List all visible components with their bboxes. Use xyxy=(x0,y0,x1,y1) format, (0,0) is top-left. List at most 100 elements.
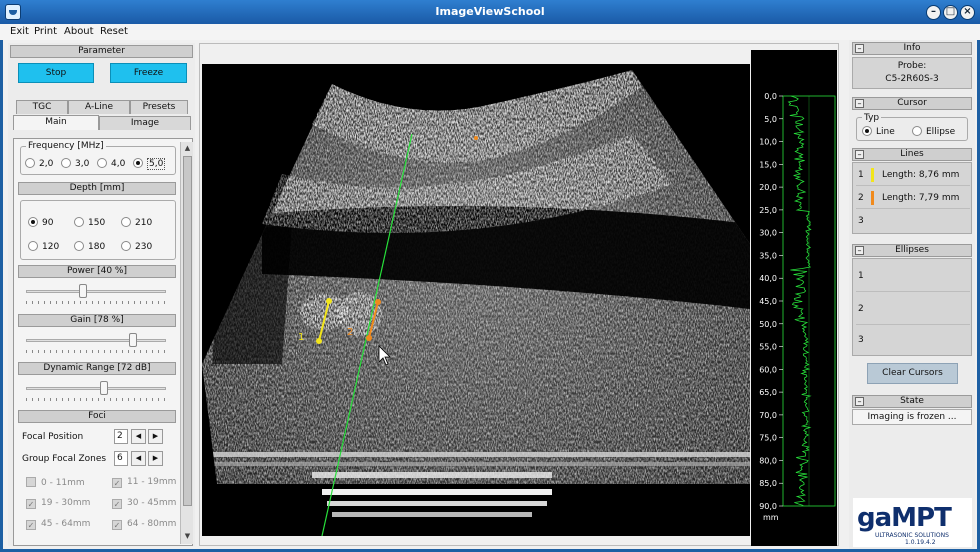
scrollbar-thumb[interactable] xyxy=(183,156,192,506)
collapse-icon[interactable]: – xyxy=(855,44,864,53)
frequency-option-5-0[interactable]: 5,0 xyxy=(133,158,166,170)
frequency-option-2-0[interactable]: 2,0 xyxy=(25,158,53,169)
group-focal-zones-value[interactable]: 6 xyxy=(114,451,128,466)
radio-icon xyxy=(61,158,71,168)
chevron-right-icon[interactable]: ▶ xyxy=(148,429,163,444)
focal-position-value[interactable]: 2 xyxy=(114,429,128,444)
radio-icon xyxy=(25,158,35,168)
freeze-button[interactable]: Freeze xyxy=(110,63,187,83)
radio-selected-icon xyxy=(862,126,872,136)
ultrasound-scan: 1 2 xyxy=(202,64,750,536)
menu-exit[interactable]: Exit xyxy=(10,26,29,37)
focal-zone-45-64[interactable]: ✓ 45 - 64mm xyxy=(26,519,90,530)
dynamic-range-header: Dynamic Range [72 dB] xyxy=(18,362,176,375)
focal-zone-19-30[interactable]: ✓ 19 - 30mm xyxy=(26,498,90,509)
power-slider[interactable] xyxy=(26,284,166,304)
ellipse-item-1[interactable]: 1 xyxy=(856,261,970,292)
depth-option-90[interactable]: 90 xyxy=(28,217,53,228)
focal-zone-30-45[interactable]: ✓ 30 - 45mm xyxy=(112,498,176,509)
collapse-icon[interactable]: – xyxy=(855,246,864,255)
radio-icon xyxy=(121,241,131,251)
radio-icon xyxy=(97,158,107,168)
focal-zone-0-11[interactable]: 0 - 11mm xyxy=(26,477,85,488)
a-mode-tick-label: 35,0 xyxy=(759,251,777,260)
slider-handle[interactable] xyxy=(128,333,137,347)
cursor-type-line[interactable]: Line xyxy=(862,126,895,137)
line-item-1[interactable]: 1 Length: 8,76 mm xyxy=(856,165,970,186)
depth-option-180[interactable]: 180 xyxy=(74,241,105,252)
chevron-left-icon[interactable]: ◀ xyxy=(131,451,146,466)
title-bar: ImageViewSchool – □ × xyxy=(0,0,980,24)
scroll-down-icon[interactable]: ▼ xyxy=(182,531,193,542)
focal-position-spinner[interactable]: 2 ◀ ▶ xyxy=(114,429,164,444)
group-focal-zones-label: Group Focal Zones xyxy=(22,454,107,464)
menu-about[interactable]: About xyxy=(64,26,94,37)
a-mode-tick-label: 60,0 xyxy=(759,365,777,374)
measure-line-1-start[interactable] xyxy=(326,298,332,304)
depth-option-120[interactable]: 120 xyxy=(28,241,59,252)
tab-a-line[interactable]: A-Line xyxy=(68,100,130,114)
state-header[interactable]: – State xyxy=(852,395,972,408)
client-area: Parameter Stop Freeze TGC A-Line Presets… xyxy=(3,40,977,549)
minimize-icon[interactable]: – xyxy=(926,5,941,20)
lines-list: 1 Length: 8,76 mm 2 Length: 7,79 mm 3 xyxy=(852,162,972,234)
focal-zone-64-80[interactable]: ✓ 64 - 80mm xyxy=(112,519,176,530)
radio-icon xyxy=(28,241,38,251)
menu-reset[interactable]: Reset xyxy=(100,26,128,37)
radio-icon xyxy=(121,217,131,227)
info-header[interactable]: – Info xyxy=(852,42,972,55)
line-item-2[interactable]: 2 Length: 7,79 mm xyxy=(856,188,970,209)
tab-presets[interactable]: Presets xyxy=(130,100,188,114)
dynamic-range-slider[interactable] xyxy=(26,381,166,401)
tab-tgc[interactable]: TGC xyxy=(16,100,68,114)
a-mode-tick-label: 50,0 xyxy=(759,320,777,329)
clear-cursors-button[interactable]: Clear Cursors xyxy=(867,363,958,384)
frequency-label: Frequency [MHz] xyxy=(26,141,106,151)
depth-option-210[interactable]: 210 xyxy=(121,217,152,228)
tab-image[interactable]: Image xyxy=(99,116,191,130)
focal-position-label: Focal Position xyxy=(22,432,84,442)
lines-header[interactable]: – Lines xyxy=(852,148,972,161)
depth-option-150[interactable]: 150 xyxy=(74,217,105,228)
measure-line-2-end[interactable] xyxy=(366,335,372,341)
frequency-option-4-0[interactable]: 4,0 xyxy=(97,158,125,169)
measure-line-1-end[interactable] xyxy=(316,338,322,344)
parameter-scrollbar[interactable]: ▲ ▼ xyxy=(180,142,193,544)
focus-marker xyxy=(474,136,478,140)
slider-handle[interactable] xyxy=(99,381,108,395)
collapse-icon[interactable]: – xyxy=(855,150,864,159)
tab-main[interactable]: Main xyxy=(13,115,99,130)
cursor-box: Typ Line Ellipse xyxy=(852,111,972,141)
radio-icon xyxy=(912,126,922,136)
power-header: Power [40 %] xyxy=(18,265,176,278)
cursor-type-ellipse[interactable]: Ellipse xyxy=(912,126,955,137)
ellipse-item-2[interactable]: 2 xyxy=(856,294,970,325)
a-mode-tick-label: 65,0 xyxy=(759,388,777,397)
collapse-icon[interactable]: – xyxy=(855,397,864,406)
app-window: ImageViewSchool – □ × Exit Print About R… xyxy=(0,0,980,552)
depth-option-230[interactable]: 230 xyxy=(121,241,152,252)
ellipse-item-3[interactable]: 3 xyxy=(856,327,970,355)
group-focal-zones-spinner[interactable]: 6 ◀ ▶ xyxy=(114,451,164,466)
stop-button[interactable]: Stop xyxy=(18,63,94,83)
measure-line-2-start[interactable] xyxy=(375,299,381,305)
maximize-icon[interactable]: □ xyxy=(943,5,958,20)
frequency-option-3-0[interactable]: 3,0 xyxy=(61,158,89,169)
window-title: ImageViewSchool xyxy=(435,5,545,18)
menu-print[interactable]: Print xyxy=(34,26,57,37)
close-icon[interactable]: × xyxy=(960,5,975,20)
ultrasound-image[interactable]: 1 2 xyxy=(202,64,750,536)
chevron-left-icon[interactable]: ◀ xyxy=(131,429,146,444)
chevron-right-icon[interactable]: ▶ xyxy=(148,451,163,466)
gain-slider[interactable] xyxy=(26,333,166,353)
line-item-3[interactable]: 3 xyxy=(856,211,970,232)
scroll-up-icon[interactable]: ▲ xyxy=(182,143,193,154)
slider-handle[interactable] xyxy=(78,284,87,298)
collapse-icon[interactable]: – xyxy=(855,99,864,108)
ellipses-header[interactable]: – Ellipses xyxy=(852,244,972,257)
checkbox-checked-icon: ✓ xyxy=(26,499,36,509)
focal-zone-11-19[interactable]: ✓ 11 - 19mm xyxy=(112,477,176,488)
a-mode-tick-label: 30,0 xyxy=(759,229,777,238)
line-color-swatch xyxy=(871,191,874,205)
cursor-header[interactable]: – Cursor xyxy=(852,97,972,110)
